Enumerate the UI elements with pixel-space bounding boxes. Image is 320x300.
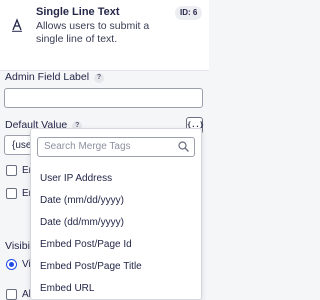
field-id-badge: ID: 6 [175,6,203,20]
visibility-radio[interactable] [6,259,17,270]
checkbox-3[interactable] [6,289,17,300]
admin-field-label-heading: Admin Field Label? [5,71,105,83]
merge-tags-search-input[interactable]: Search Merge Tags [37,137,195,157]
field-type-description: Allows users to submit a single line of … [36,20,150,45]
field-type-title: Single Line Text [36,6,120,18]
merge-tag-item[interactable]: Embed URL [40,283,94,294]
admin-field-label-input[interactable] [4,88,203,108]
merge-tag-item[interactable]: Embed Post/Page Id [40,239,132,250]
merge-tag-item[interactable]: User IP Address [40,173,112,184]
merge-tag-item[interactable]: Date (dd/mm/yyyy) [40,217,124,228]
checkbox-2[interactable] [6,188,17,199]
field-card: Single Line Text Allows users to submit … [0,0,209,71]
admin-field-label-text: Admin Field Label [5,71,90,83]
search-icon [178,141,189,152]
merge-tag-item[interactable]: Embed Post/Page Title [40,261,142,272]
checkbox-1[interactable] [6,165,17,176]
help-icon[interactable]: ? [94,73,105,83]
merge-tag-item[interactable]: Date (mm/dd/yyyy) [40,195,124,206]
merge-tags-dropdown: Search Merge Tags User IP Address Date (… [30,128,202,300]
text-a-icon [12,18,22,32]
